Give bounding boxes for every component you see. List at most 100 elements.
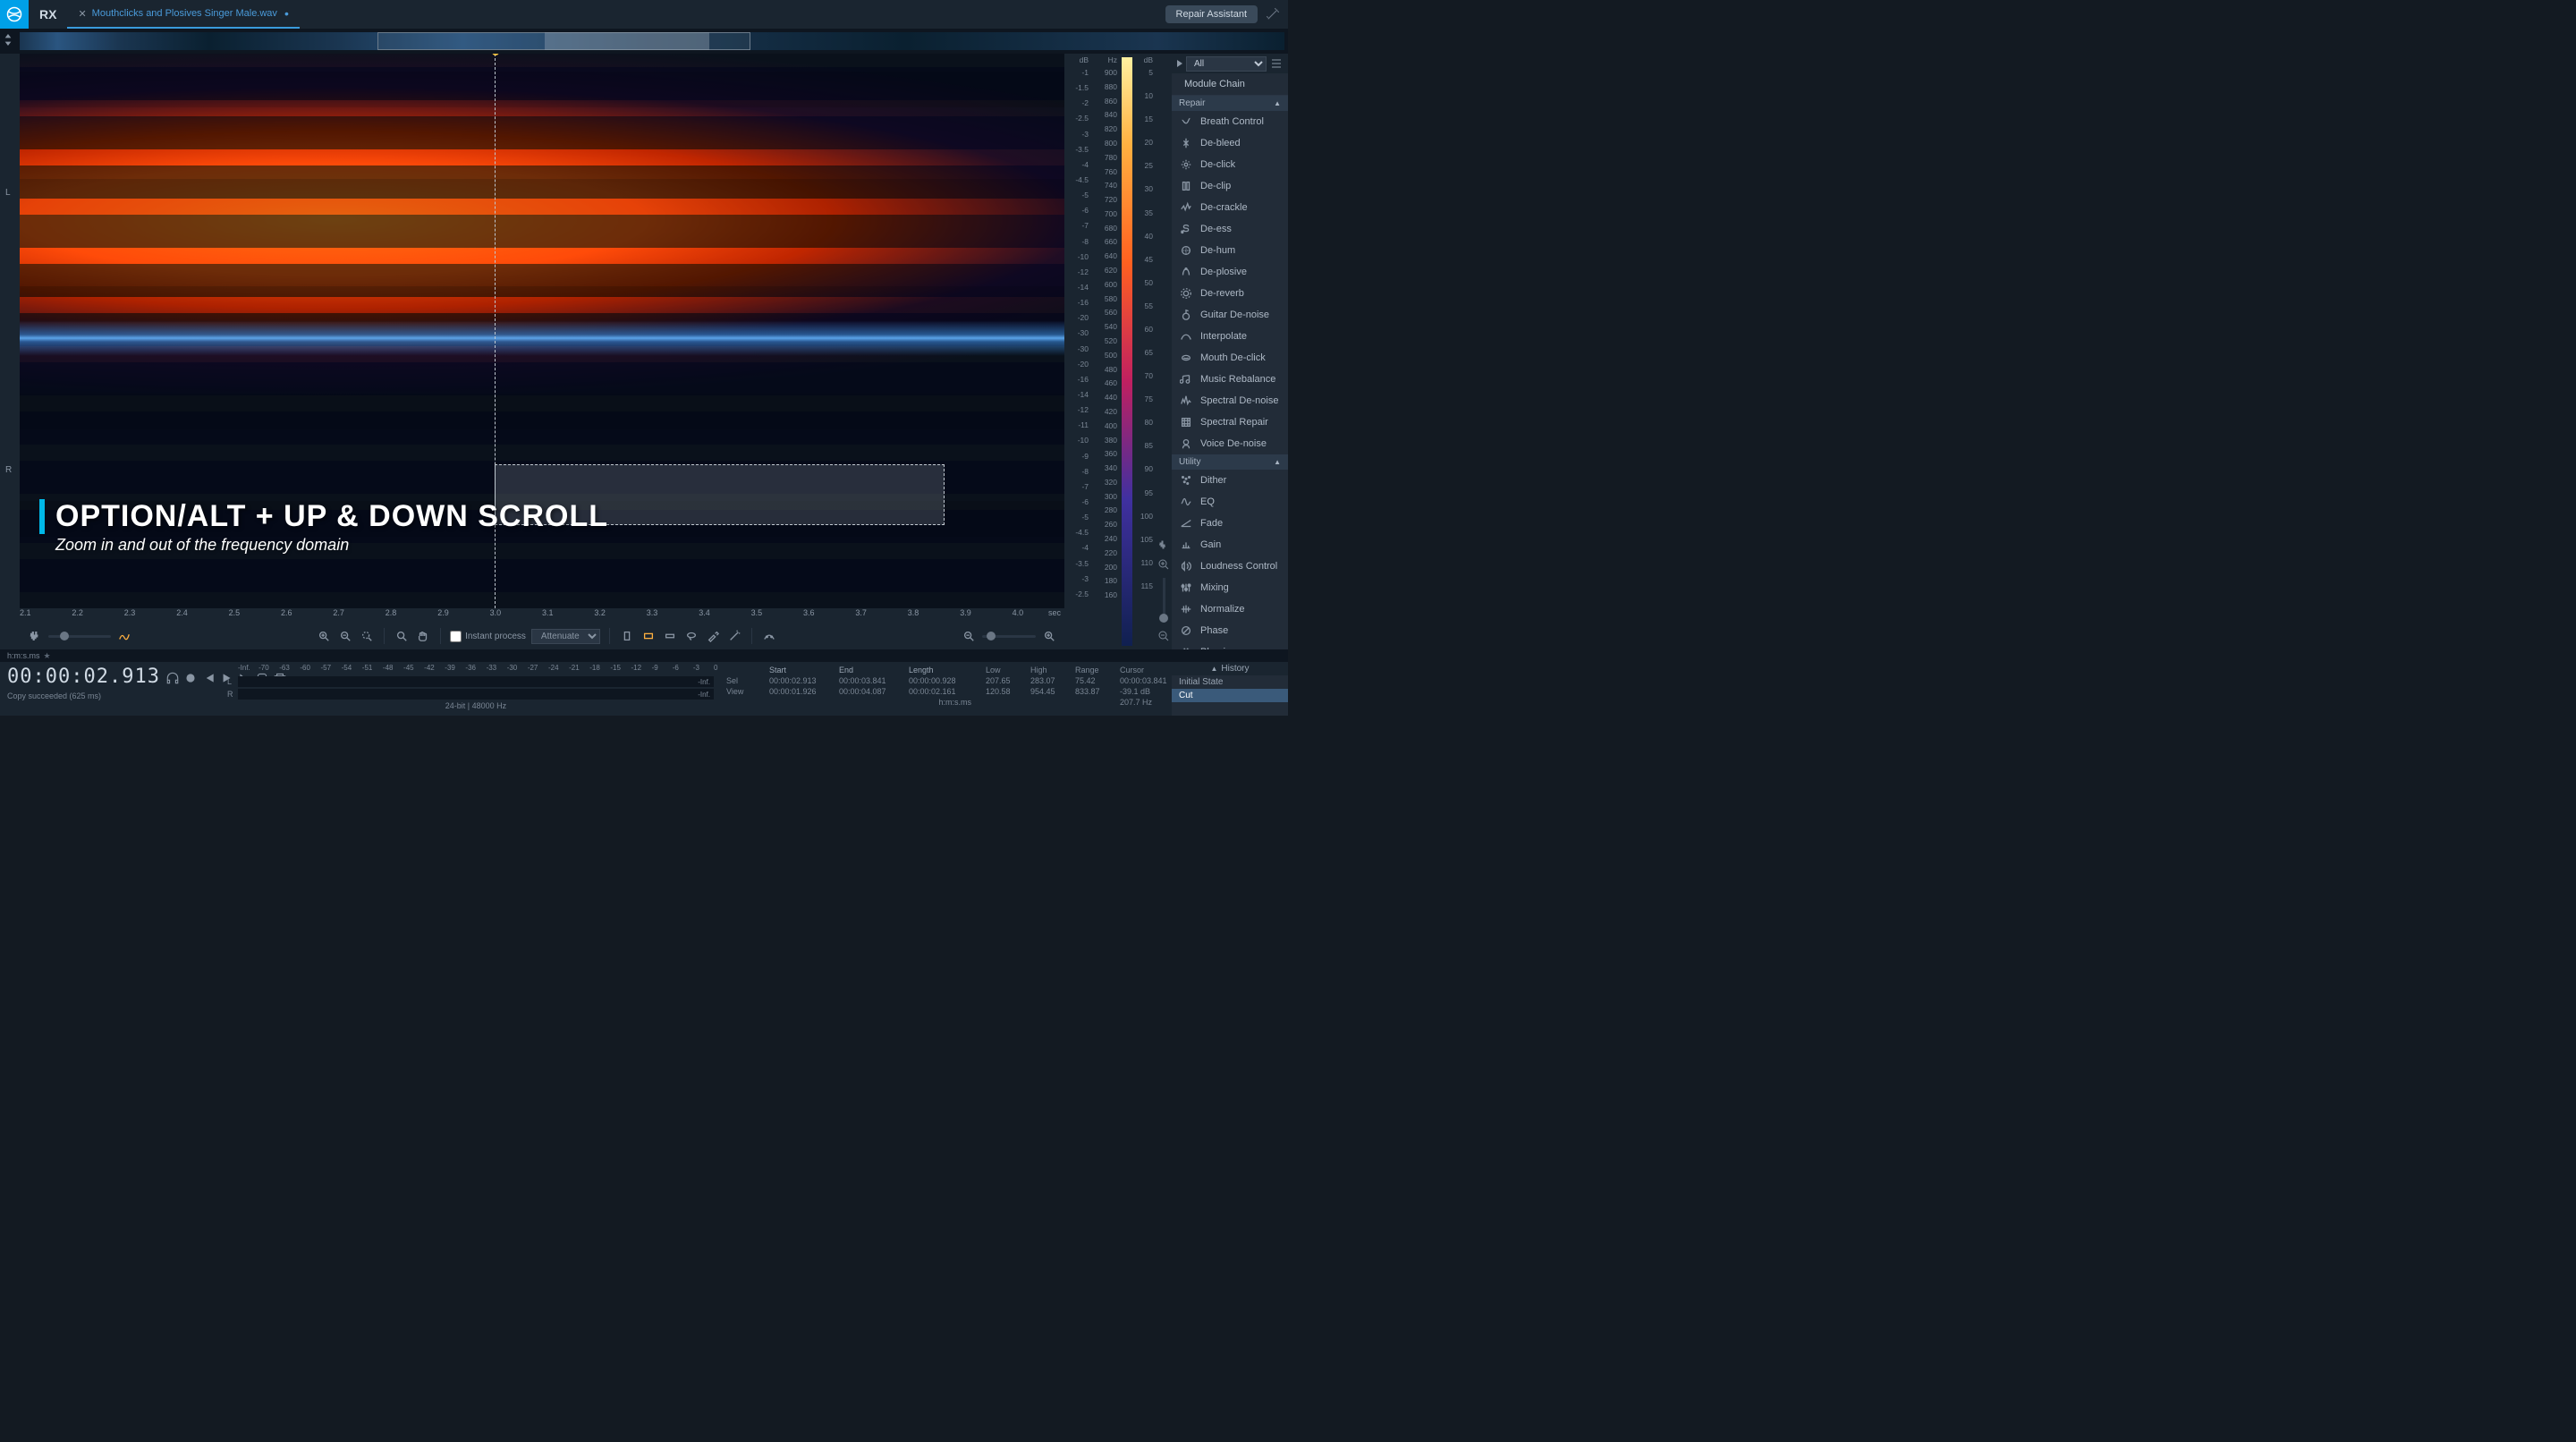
module-breath-control[interactable]: Breath Control <box>1172 111 1288 132</box>
module-de-clip[interactable]: De-clip <box>1172 175 1288 197</box>
rect-select-tool-icon[interactable] <box>640 628 657 644</box>
info-sel-start[interactable]: 00:00:02.913 <box>769 676 832 685</box>
freq-select-tool-icon[interactable] <box>662 628 678 644</box>
module-normalize[interactable]: Normalize <box>1172 598 1288 620</box>
headphones-icon[interactable] <box>165 671 180 685</box>
module-plug-in[interactable]: Plug-in <box>1172 641 1288 649</box>
amp-tick: -20 <box>1078 313 1089 322</box>
info2-high-2[interactable]: 954.45 <box>1030 687 1068 696</box>
opacity-slider-left[interactable] <box>48 635 111 638</box>
info-sel-length[interactable]: 00:00:00.928 <box>909 676 971 685</box>
module-eq[interactable]: EQ <box>1172 491 1288 513</box>
curve-tool-icon[interactable] <box>761 628 777 644</box>
phase-icon <box>1179 623 1193 638</box>
history-header[interactable]: ▲ History <box>1172 662 1288 675</box>
grab-tool-icon[interactable] <box>415 628 431 644</box>
info2-cursor-2[interactable]: -39.1 dB <box>1120 687 1165 696</box>
module-de-reverb[interactable]: De-reverb <box>1172 283 1288 304</box>
module-panel: All Module Chain Repair ▲ Breath Control… <box>1172 54 1288 649</box>
info-view-start[interactable]: 00:00:01.926 <box>769 687 832 696</box>
spectrogram-view-icon[interactable] <box>116 628 132 644</box>
titlebar: RX ✕ Mouthclicks and Plosives Singer Mal… <box>0 0 1288 29</box>
repair-assistant-button[interactable]: Repair Assistant <box>1165 5 1258 23</box>
info2-range-2[interactable]: 833.87 <box>1075 687 1113 696</box>
module-music-rebalance[interactable]: Music Rebalance <box>1172 369 1288 390</box>
zoom-in-icon[interactable] <box>316 628 332 644</box>
rewind-icon[interactable] <box>201 671 216 685</box>
module-mixing[interactable]: Mixing <box>1172 577 1288 598</box>
module-interpolate[interactable]: Interpolate <box>1172 326 1288 347</box>
waveform-view-icon[interactable] <box>27 628 43 644</box>
time-select-tool-icon[interactable] <box>619 628 635 644</box>
amp-tick: -4 <box>1081 543 1089 552</box>
freq-tick: 680 <box>1105 224 1117 233</box>
module-de-bleed[interactable]: De-bleed <box>1172 132 1288 154</box>
zoom-tool-icon[interactable] <box>394 628 410 644</box>
overview-strip[interactable] <box>0 29 1288 54</box>
info-view-end[interactable]: 00:00:04.087 <box>839 687 902 696</box>
time-ruler[interactable]: sec 2.12.22.32.42.52.62.72.82.93.03.13.2… <box>20 608 1064 623</box>
module-de-ess[interactable]: sDe-ess <box>1172 218 1288 240</box>
info-sel-end[interactable]: 00:00:03.841 <box>839 676 902 685</box>
info2-cursor-1[interactable]: 00:00:03.841 <box>1120 676 1165 685</box>
section-utility-header[interactable]: Utility ▲ <box>1172 454 1288 470</box>
history-item[interactable]: Initial State <box>1172 675 1288 689</box>
history-item[interactable]: Cut <box>1172 689 1288 702</box>
close-icon[interactable]: ✕ <box>78 8 86 20</box>
filter-select[interactable]: All <box>1186 56 1267 72</box>
file-tab[interactable]: ✕ Mouthclicks and Plosives Singer Male.w… <box>67 0 299 29</box>
vertical-zoom-controls <box>1156 54 1172 649</box>
playhead-marker-icon[interactable] <box>492 54 499 55</box>
module-mouth-de-click[interactable]: Mouth De-click <box>1172 347 1288 369</box>
module-fade[interactable]: Fade <box>1172 513 1288 534</box>
zoom-v-waveform-icon[interactable] <box>1157 539 1170 551</box>
vertical-scroll-icon[interactable] <box>0 33 16 49</box>
db-tick: 85 <box>1145 441 1153 450</box>
attenuate-select[interactable]: Attenuate <box>531 629 600 644</box>
list-view-icon[interactable] <box>1270 57 1283 70</box>
zoom-v-out-icon[interactable] <box>1157 630 1170 642</box>
wand-tool-icon[interactable] <box>726 628 742 644</box>
zoom-v-in-icon[interactable] <box>1157 558 1170 571</box>
record-icon[interactable] <box>183 671 198 685</box>
info-view-length[interactable]: 00:00:02.161 <box>909 687 971 696</box>
module-loudness-control[interactable]: Loudness Control <box>1172 556 1288 577</box>
module-de-click[interactable]: De-click <box>1172 154 1288 175</box>
module-label: De-hum <box>1200 245 1235 256</box>
lasso-tool-icon[interactable] <box>683 628 699 644</box>
info2-range-1[interactable]: 75.42 <box>1075 676 1113 685</box>
module-de-hum[interactable]: De-hum <box>1172 240 1288 261</box>
info2-low-1[interactable]: 207.65 <box>986 676 1023 685</box>
overview-selection[interactable] <box>545 32 709 50</box>
info2-cursor-3[interactable]: 207.7 Hz <box>1120 698 1165 707</box>
module-chain-row[interactable]: Module Chain <box>1172 73 1288 96</box>
instant-process-checkbox[interactable]: Instant process <box>450 631 526 642</box>
main-area: L R OPTION/ALT + UP & DOWN SCROLL Zoom i… <box>0 54 1288 649</box>
module-gain[interactable]: Gain <box>1172 534 1288 556</box>
info2-high-1[interactable]: 283.07 <box>1030 676 1068 685</box>
brush-tool-icon[interactable] <box>705 628 721 644</box>
zoom-slider-h[interactable] <box>982 635 1036 638</box>
module-guitar-de-noise[interactable]: Guitar De-noise <box>1172 304 1288 326</box>
gain-icon <box>1179 538 1193 552</box>
module-voice-de-noise[interactable]: Voice De-noise <box>1172 433 1288 454</box>
section-repair-header[interactable]: Repair ▲ <box>1172 96 1288 111</box>
spectrogram-view[interactable]: OPTION/ALT + UP & DOWN SCROLL Zoom in an… <box>20 54 1064 608</box>
module-spectral-repair[interactable]: Spectral Repair <box>1172 411 1288 433</box>
module-spectral-de-noise[interactable]: Spectral De-noise <box>1172 390 1288 411</box>
info2-low-2[interactable]: 120.58 <box>986 687 1023 696</box>
zoom-out-icon[interactable] <box>337 628 353 644</box>
zoom-selection-icon[interactable] <box>359 628 375 644</box>
zoom-in-h-icon[interactable] <box>1041 628 1057 644</box>
play-icon[interactable] <box>1177 60 1182 67</box>
wand-icon[interactable] <box>1265 6 1281 22</box>
module-de-crackle[interactable]: De-crackle <box>1172 197 1288 218</box>
module-de-plosive[interactable]: De-plosive <box>1172 261 1288 283</box>
module-dither[interactable]: Dither <box>1172 470 1288 491</box>
overview-track[interactable] <box>20 32 1284 50</box>
favorite-icon[interactable]: ★ <box>44 651 51 661</box>
zoom-out-h-icon[interactable] <box>961 628 977 644</box>
time-format-label[interactable]: h:m:s.ms <box>7 651 40 660</box>
module-phase[interactable]: Phase <box>1172 620 1288 641</box>
zoom-v-slider[interactable] <box>1163 578 1165 623</box>
